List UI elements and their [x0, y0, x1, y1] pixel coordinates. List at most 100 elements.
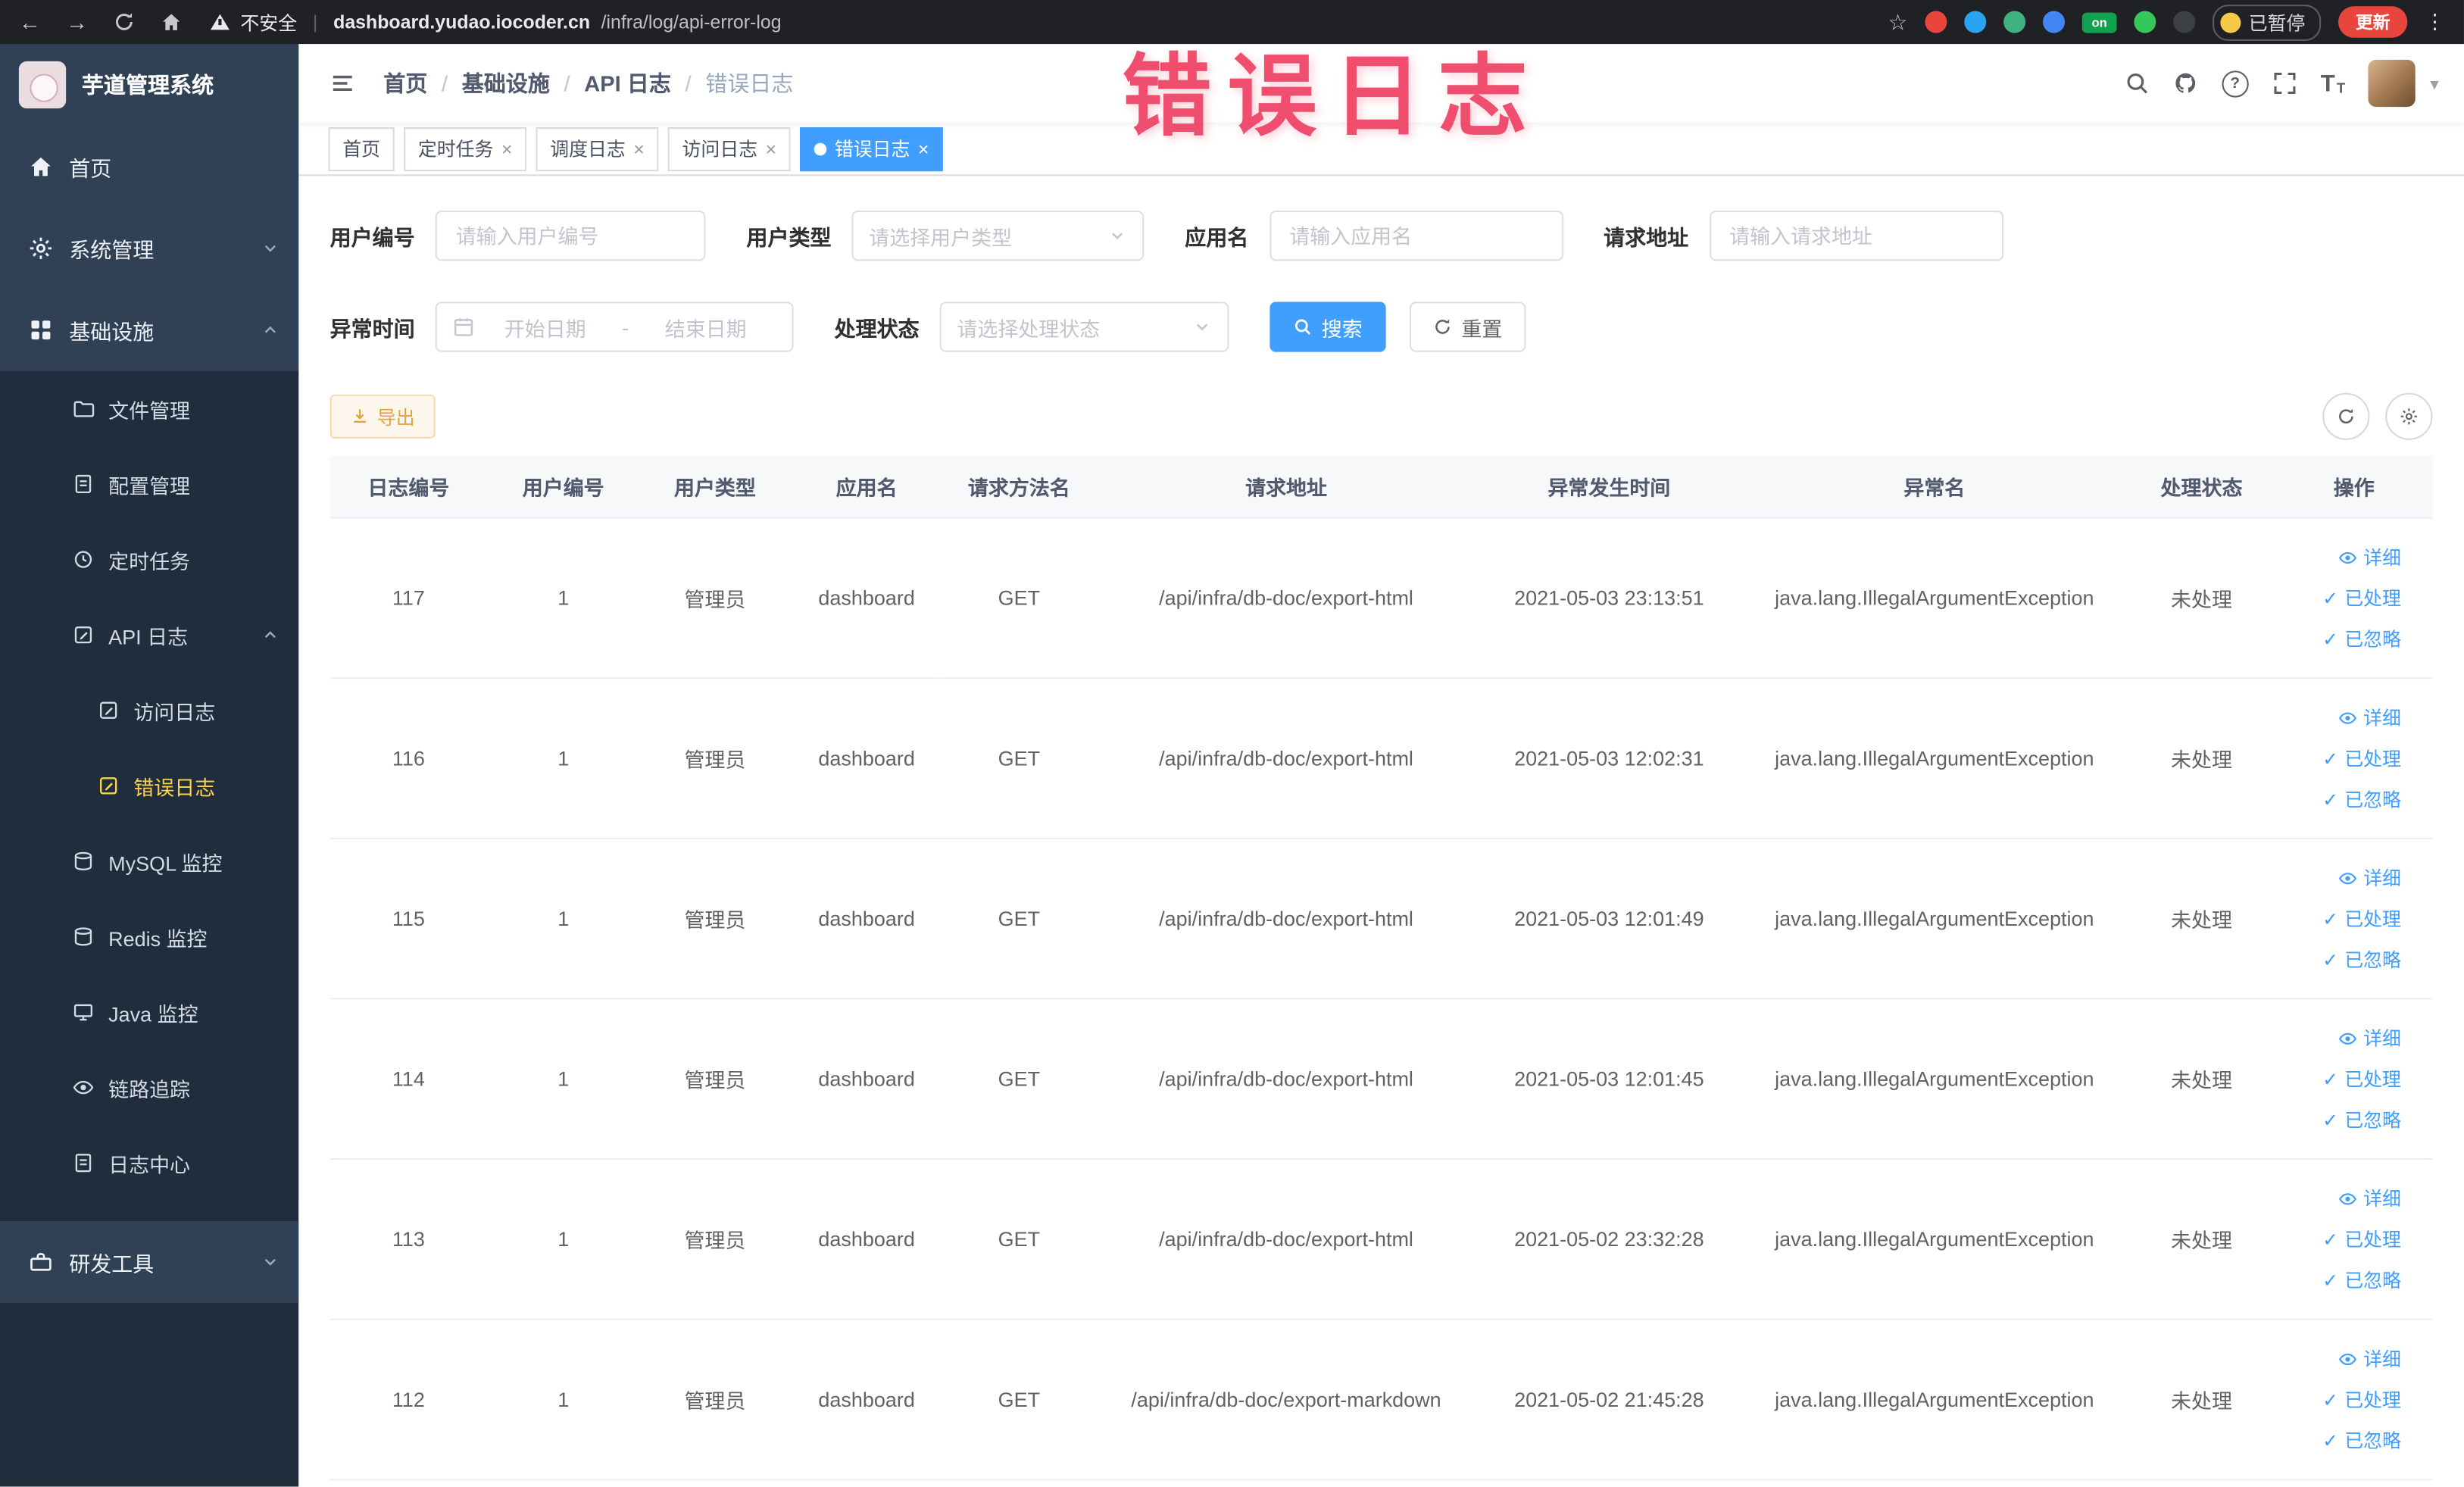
- search-button[interactable]: 搜索: [1269, 301, 1386, 352]
- mark-processed-link[interactable]: ✓ 已处理: [2278, 577, 2401, 618]
- document-icon: [75, 1154, 92, 1173]
- check-icon: ✓: [2322, 1269, 2338, 1292]
- table-row: 115 1 管理员 dashboard GET /api/infra/db-do…: [329, 838, 2433, 1000]
- extension-icon-3[interactable]: [2003, 11, 2026, 33]
- tab-home[interactable]: 首页: [328, 127, 395, 171]
- app-name-input[interactable]: [1269, 210, 1563, 261]
- font-size-icon[interactable]: TT: [2321, 71, 2346, 95]
- detail-link[interactable]: 详细: [2278, 536, 2401, 577]
- sidebar-item-java-monitor[interactable]: Java 监控: [0, 974, 299, 1050]
- mark-processed-link[interactable]: ✓ 已处理: [2278, 1219, 2401, 1260]
- app-name-label: 应用名: [1185, 226, 1249, 250]
- browser-forward-icon[interactable]: →: [66, 11, 88, 33]
- end-date-placeholder: 结束日期: [664, 317, 747, 341]
- tab-access-log[interactable]: 访问日志 ×: [667, 127, 791, 171]
- mark-processed-link[interactable]: ✓ 已处理: [2278, 738, 2401, 779]
- export-button[interactable]: 导出: [329, 394, 436, 439]
- proxy-on-extension-icon[interactable]: on: [2081, 11, 2117, 33]
- tab-dispatch-log[interactable]: 调度日志 ×: [536, 127, 659, 171]
- app-window: ← → 不安全 | dashboard.yudao.iocoder.cn/inf…: [0, 0, 2464, 1487]
- tab-error-log[interactable]: 错误日志 ×: [800, 127, 944, 171]
- breadcrumb-api-log[interactable]: API 日志: [584, 67, 671, 98]
- refresh-button[interactable]: [2322, 392, 2370, 440]
- user-id-label: 用户编号: [329, 226, 415, 250]
- extension-icon-4[interactable]: [2042, 11, 2065, 33]
- mark-ignored-link[interactable]: ✓ 已忽略: [2278, 618, 2401, 659]
- browser-menu-icon[interactable]: ⋮: [2425, 9, 2445, 34]
- reset-button[interactable]: 重置: [1409, 301, 1526, 352]
- sidebar-item-file-manage[interactable]: 文件管理: [0, 370, 299, 447]
- detail-link[interactable]: 详细: [2278, 1017, 2401, 1058]
- close-icon[interactable]: ×: [501, 139, 513, 158]
- check-icon: ✓: [2322, 1108, 2338, 1131]
- mark-processed-link[interactable]: ✓ 已处理: [2278, 1379, 2401, 1420]
- sidebar-item-mysql-monitor[interactable]: MySQL 监控: [0, 823, 299, 899]
- tab-scheduled-task[interactable]: 定时任务 ×: [404, 127, 527, 171]
- detail-link[interactable]: 详细: [2278, 697, 2401, 738]
- user-id-input[interactable]: [435, 210, 706, 261]
- github-icon[interactable]: [2173, 70, 2198, 95]
- sidebar-item-log-center[interactable]: 日志中心: [0, 1125, 299, 1201]
- process-status-label: 处理状态: [834, 317, 920, 342]
- detail-link[interactable]: 详细: [2278, 1178, 2401, 1219]
- sidebar-item-scheduled-task[interactable]: 定时任务: [0, 521, 299, 598]
- mark-processed-link[interactable]: ✓ 已处理: [2278, 1058, 2401, 1099]
- sidebar-item-api-log[interactable]: API 日志: [0, 597, 299, 673]
- database-icon: [74, 927, 92, 946]
- avatar[interactable]: [2369, 59, 2416, 108]
- fullscreen-icon[interactable]: [2272, 70, 2297, 95]
- col-app-name: 应用名: [790, 455, 943, 519]
- user-type-select[interactable]: 请选择用户类型: [851, 210, 1145, 261]
- app-logo[interactable]: 芋道管理系统: [0, 44, 299, 126]
- mark-ignored-link[interactable]: ✓ 已忽略: [2278, 1260, 2401, 1301]
- mark-ignored-link[interactable]: ✓ 已忽略: [2278, 1099, 2401, 1140]
- breadcrumb-home[interactable]: 首页: [383, 67, 427, 98]
- mark-processed-link[interactable]: ✓ 已处理: [2278, 898, 2401, 939]
- sidebar-item-dev-tools[interactable]: 研发工具: [0, 1220, 299, 1303]
- close-icon[interactable]: ×: [918, 139, 929, 158]
- calendar-icon: [454, 318, 473, 336]
- close-icon[interactable]: ×: [766, 139, 777, 158]
- sidebar-item-redis-monitor[interactable]: Redis 监控: [0, 898, 299, 975]
- avatar-caret-icon[interactable]: ▾: [2430, 73, 2438, 94]
- check-icon: ✓: [2322, 586, 2338, 609]
- extension-icon-2[interactable]: [1964, 11, 1987, 33]
- col-exception-time: 异常发生时间: [1477, 455, 1741, 519]
- browser-reload-icon[interactable]: [113, 11, 135, 33]
- help-icon[interactable]: ?: [2222, 70, 2249, 97]
- mark-ignored-link[interactable]: ✓ 已忽略: [2278, 939, 2401, 980]
- sidebar-item-home[interactable]: 首页: [0, 125, 299, 208]
- request-url-input[interactable]: [1709, 210, 2003, 261]
- search-icon[interactable]: [2124, 70, 2149, 95]
- sidebar-item-infrastructure[interactable]: 基础设施: [0, 289, 299, 371]
- check-icon: ✓: [2322, 627, 2338, 650]
- check-icon: ✓: [2322, 747, 2338, 770]
- chevron-down-icon: [264, 1258, 276, 1266]
- sidebar-item-access-log[interactable]: 访问日志: [0, 672, 299, 748]
- exception-time-range-picker[interactable]: 开始日期 - 结束日期: [435, 301, 794, 352]
- clock-icon: [74, 551, 92, 568]
- extension-icon-6[interactable]: [2134, 11, 2156, 33]
- browser-update-button[interactable]: 更新: [2338, 6, 2408, 38]
- address-bar[interactable]: 不安全 | dashboard.yudao.iocoder.cn/infra/l…: [210, 8, 782, 35]
- detail-link[interactable]: 详细: [2278, 858, 2401, 898]
- process-status-select[interactable]: 请选择处理状态: [939, 301, 1229, 352]
- close-icon[interactable]: ×: [633, 139, 645, 158]
- extension-icon-1[interactable]: [1925, 11, 1947, 33]
- mark-ignored-link[interactable]: ✓ 已忽略: [2278, 779, 2401, 820]
- detail-link[interactable]: 详细: [2278, 1339, 2401, 1379]
- browser-home-icon[interactable]: [161, 11, 183, 33]
- hamburger-icon[interactable]: [323, 64, 361, 102]
- sidebar-item-tracing[interactable]: 链路追踪: [0, 1049, 299, 1126]
- paused-extension-badge[interactable]: 已暂停: [2213, 4, 2322, 40]
- browser-back-icon[interactable]: ←: [19, 11, 41, 33]
- bookmark-star-icon[interactable]: ☆: [1888, 8, 1907, 35]
- sidebar-item-error-log[interactable]: 错误日志: [0, 748, 299, 824]
- column-settings-button[interactable]: [2385, 392, 2433, 440]
- chevron-up-icon: [264, 326, 276, 333]
- extension-icon-7[interactable]: [2173, 11, 2196, 33]
- sidebar-item-system-manage[interactable]: 系统管理: [0, 207, 299, 289]
- mark-ignored-link[interactable]: ✓ 已忽略: [2278, 1420, 2401, 1460]
- breadcrumb-infra[interactable]: 基础设施: [462, 67, 550, 98]
- sidebar-item-config-manage[interactable]: 配置管理: [0, 446, 299, 522]
